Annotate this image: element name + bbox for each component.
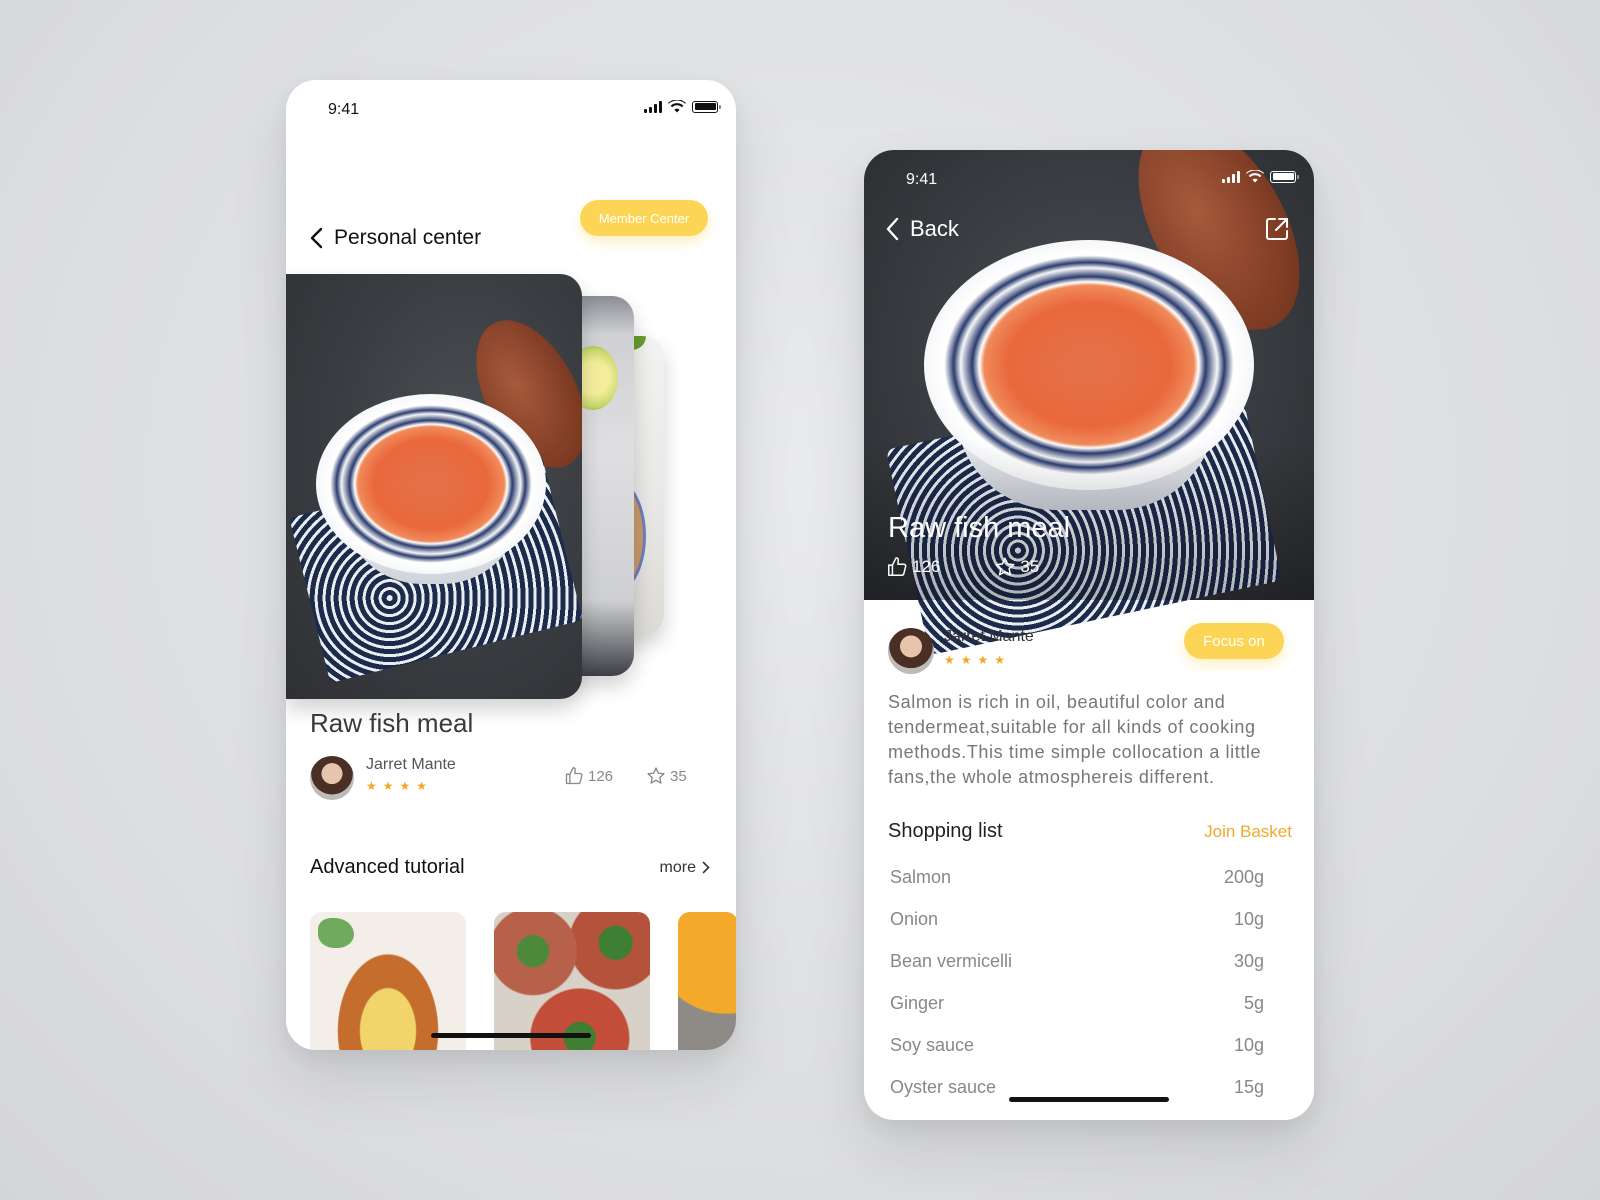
chevron-right-icon bbox=[702, 861, 710, 874]
back-label: Back bbox=[910, 216, 959, 241]
recipe-description: Salmon is rich in oil, beautiful color a… bbox=[888, 692, 1262, 787]
shopping-item: Onion 10g bbox=[890, 898, 1264, 940]
shopping-item: Salmon 200g bbox=[890, 856, 1264, 898]
item-qty: 10g bbox=[1233, 908, 1264, 929]
item-qty: 200g bbox=[1223, 866, 1264, 887]
rating-stars: ★ ★ ★ ★ bbox=[366, 780, 427, 792]
shopping-list: Salmon 200g Onion 10g Bean vermicelli 30g G… bbox=[890, 856, 1264, 1108]
star-icon: ★ bbox=[382, 779, 394, 793]
join-basket-button[interactable]: Join Basket bbox=[1204, 822, 1292, 842]
battery-icon bbox=[1270, 170, 1299, 183]
wifi-icon bbox=[1246, 170, 1264, 183]
item-qty: 5g bbox=[1243, 992, 1264, 1013]
shopping-item: Bean vermicelli 30g bbox=[890, 940, 1264, 982]
cellular-signal-icon bbox=[1222, 170, 1240, 183]
more-label: more bbox=[659, 858, 696, 876]
item-name: Salmon bbox=[890, 866, 952, 887]
chevron-left-icon bbox=[310, 227, 323, 249]
item-name: Oyster sauce bbox=[890, 1076, 997, 1097]
cellular-signal-icon bbox=[644, 100, 662, 113]
author-name: Jarret Mante bbox=[944, 628, 1034, 645]
back-button[interactable]: Personal center bbox=[308, 226, 481, 250]
wifi-icon bbox=[668, 100, 686, 113]
tutorial-thumbnail[interactable] bbox=[310, 912, 466, 1050]
tutorial-thumbnail[interactable] bbox=[678, 912, 736, 1050]
star-icon: ★ bbox=[994, 653, 1006, 667]
author-avatar[interactable] bbox=[888, 628, 934, 674]
like-button[interactable]: 126 bbox=[886, 556, 940, 578]
like-button[interactable]: 126 bbox=[564, 766, 613, 786]
recipe-stats: 126 35 bbox=[886, 556, 1039, 578]
star-icon: ★ bbox=[366, 779, 377, 793]
like-count: 126 bbox=[588, 767, 614, 785]
status-icons bbox=[644, 100, 721, 113]
my-course-screen: 9:41 Personal center My course Member Ce… bbox=[286, 80, 736, 1050]
author-avatar[interactable] bbox=[310, 756, 354, 800]
recipe-title: Raw fish meal bbox=[888, 512, 1071, 544]
item-qty: 10g bbox=[1233, 1034, 1264, 1055]
status-time: 9:41 bbox=[906, 171, 938, 188]
course-title: Raw fish meal bbox=[310, 708, 474, 738]
back-button[interactable]: Back bbox=[884, 216, 959, 242]
favorite-count: 35 bbox=[670, 767, 687, 785]
item-name: Ginger bbox=[890, 992, 945, 1013]
favorite-count: 35 bbox=[1020, 557, 1040, 576]
battery-icon bbox=[692, 100, 721, 113]
author-row: Jarret Mante ★ ★ ★ ★ 126 35 bbox=[310, 756, 710, 802]
home-indicator[interactable] bbox=[1009, 1097, 1169, 1102]
recipe-detail-screen: 9:41 Back Raw fish meal 126 35 Jarret Ma… bbox=[864, 150, 1314, 1120]
section-header: Advanced tutorial more bbox=[310, 856, 710, 879]
home-indicator[interactable] bbox=[431, 1033, 591, 1038]
thumbs-up-icon bbox=[565, 767, 583, 785]
course-carousel[interactable] bbox=[286, 274, 736, 699]
favorite-button[interactable]: 35 bbox=[994, 556, 1039, 578]
item-name: Bean vermicelli bbox=[890, 950, 1013, 971]
status-bar: 9:41 bbox=[864, 150, 1314, 210]
star-icon: ★ bbox=[977, 653, 989, 667]
tutorial-thumbnail[interactable] bbox=[494, 912, 650, 1050]
course-card-featured[interactable] bbox=[286, 274, 582, 699]
favorite-button[interactable]: 35 bbox=[646, 766, 687, 786]
item-name: Onion bbox=[890, 908, 939, 929]
item-qty: 15g bbox=[1233, 1076, 1264, 1097]
more-link[interactable]: more bbox=[660, 859, 710, 877]
member-center-button[interactable]: Member Center bbox=[580, 200, 708, 236]
shopping-item: Ginger 5g bbox=[890, 982, 1264, 1024]
section-title: Advanced tutorial bbox=[310, 856, 465, 878]
star-icon: ★ bbox=[416, 779, 428, 793]
like-count: 126 bbox=[912, 557, 941, 576]
star-icon: ★ bbox=[944, 653, 955, 667]
rating-stars: ★ ★ ★ ★ bbox=[944, 654, 1005, 666]
share-external-icon[interactable] bbox=[1264, 216, 1290, 242]
tutorial-list bbox=[310, 912, 736, 1050]
chevron-left-icon bbox=[886, 217, 899, 241]
item-qty: 30g bbox=[1233, 950, 1264, 971]
star-outline-icon bbox=[995, 557, 1015, 576]
author-name: Jarret Mante bbox=[366, 756, 456, 773]
status-bar: 9:41 bbox=[286, 80, 736, 140]
follow-button[interactable]: Focus on bbox=[1184, 623, 1284, 659]
shopping-item: Soy sauce 10g bbox=[890, 1024, 1264, 1066]
back-label: Personal center bbox=[334, 226, 482, 249]
thumbs-up-icon bbox=[888, 557, 907, 576]
star-outline-icon bbox=[647, 767, 665, 784]
item-name: Soy sauce bbox=[890, 1034, 975, 1055]
shopping-list-header: Shopping list Join Basket bbox=[888, 820, 1292, 843]
status-icons bbox=[1222, 170, 1299, 183]
star-icon: ★ bbox=[399, 779, 411, 793]
star-icon: ★ bbox=[960, 653, 972, 667]
status-time: 9:41 bbox=[328, 101, 360, 118]
shopping-list-title: Shopping list bbox=[888, 820, 1003, 842]
